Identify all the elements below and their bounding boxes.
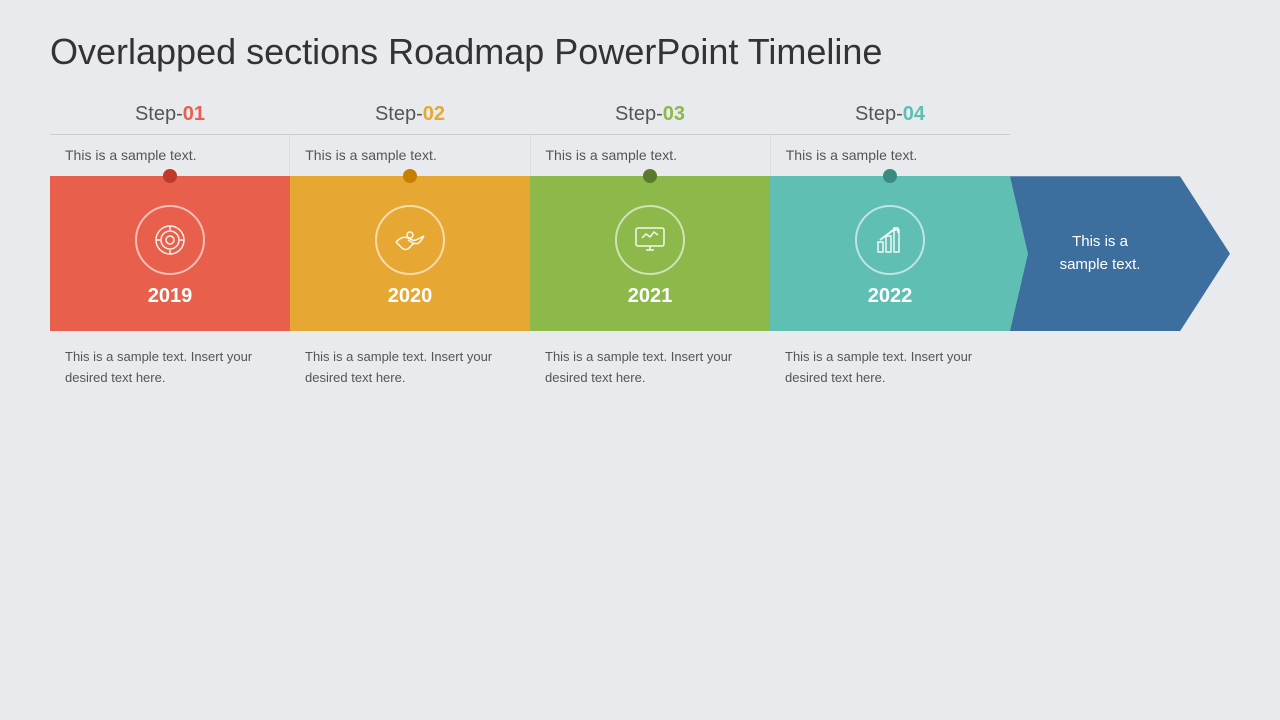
step-label-1: Step-01: [50, 103, 290, 134]
middle-row: 2019 2020: [50, 176, 1230, 331]
step-label-4: Step-04: [770, 103, 1010, 134]
icon-circle-3: [615, 205, 685, 275]
connector-dot-3: [643, 169, 657, 183]
year-2021: 2021: [628, 285, 673, 308]
chart-icon: [872, 222, 908, 258]
arrow-text: This is asample text.: [1060, 231, 1141, 276]
icon-circle-4: [855, 205, 925, 275]
connector-dot-1: [163, 169, 177, 183]
step-label-3: Step-03: [530, 103, 770, 134]
step-block-3: 2021: [530, 176, 770, 331]
icon-circle-2: [375, 205, 445, 275]
icon-circle-1: [135, 205, 205, 275]
step-label-2: Step-02: [290, 103, 530, 134]
bottom-text-4: This is a sample text. Insert your desir…: [770, 339, 1010, 397]
target-icon: [152, 222, 188, 258]
year-2019: 2019: [148, 285, 193, 308]
bottom-text-3: This is a sample text. Insert your desir…: [530, 339, 770, 397]
arrow-block: This is asample text.: [1010, 176, 1230, 331]
connector-dot-2: [403, 169, 417, 183]
monitor-icon: [632, 222, 668, 258]
step-block-1: 2019: [50, 176, 290, 331]
top-text-row: This is a sample text. This is a sample …: [50, 134, 1010, 176]
timeline-container: Step-01 Step-02 Step-03 Step-04 This is …: [50, 103, 1230, 397]
bottom-text-row: This is a sample text. Insert your desir…: [50, 339, 1010, 397]
page-title: Overlapped sections Roadmap PowerPoint T…: [50, 30, 882, 73]
connector-dot-4: [883, 169, 897, 183]
handshake-icon: [392, 222, 428, 258]
bottom-text-1: This is a sample text. Insert your desir…: [50, 339, 290, 397]
step-block-2: 2020: [290, 176, 530, 331]
year-2020: 2020: [388, 285, 433, 308]
step-labels-row: Step-01 Step-02 Step-03 Step-04: [50, 103, 1010, 134]
bottom-text-2: This is a sample text. Insert your desir…: [290, 339, 530, 397]
step-block-4: 2022: [770, 176, 1010, 331]
year-2022: 2022: [868, 285, 913, 308]
